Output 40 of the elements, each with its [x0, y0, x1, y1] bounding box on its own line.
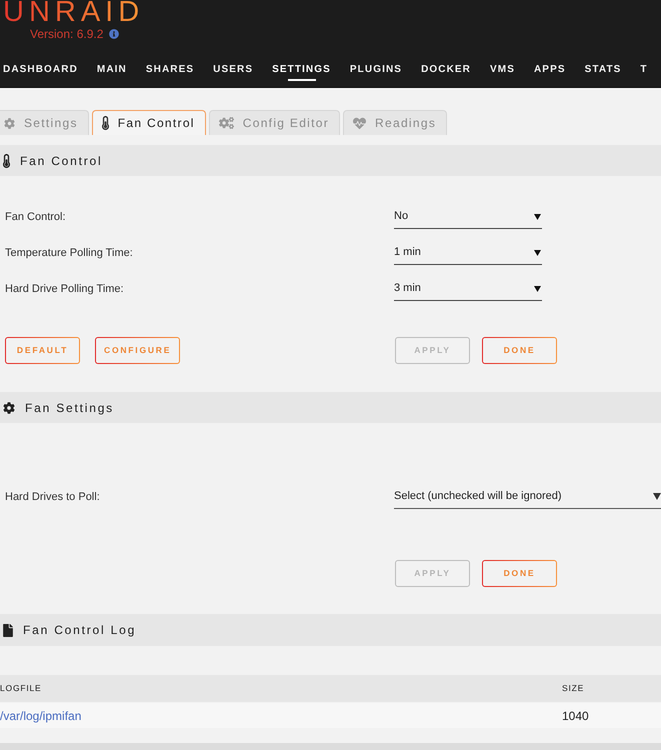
thermometer-icon [102, 116, 109, 130]
heart-pulse-icon [353, 116, 366, 130]
nav-link[interactable]: DOCKER [421, 64, 471, 81]
section-title: Fan Control [20, 152, 102, 170]
nav-link[interactable]: VMS [490, 64, 515, 81]
thermometer-icon [3, 154, 10, 168]
caret-icon [534, 214, 541, 220]
multiselect-dropdown[interactable]: Select (unchecked will be ignored) [394, 485, 661, 509]
caret-icon [653, 493, 661, 500]
gear-icon [4, 118, 15, 128]
select-dropdown[interactable]: 1 min [394, 241, 542, 265]
nav-link[interactable]: SHARES [146, 64, 194, 81]
gear-icon [3, 402, 15, 414]
field-label: Hard Drive Polling Time: [4, 282, 125, 297]
nav-link[interactable]: USERS [213, 64, 254, 81]
nav-link[interactable]: DASHBOARD [3, 64, 78, 81]
caret-icon [534, 250, 541, 256]
nav-link[interactable]: T [640, 64, 648, 81]
nav-link[interactable]: SETTINGS [272, 64, 331, 81]
file-icon [3, 624, 13, 636]
column-header: SIZE [562, 682, 586, 695]
field-label: Fan Control: [4, 210, 67, 225]
field-label: Hard Drives to Poll: [4, 490, 101, 505]
gears-icon [218, 117, 234, 129]
info-icon[interactable] [109, 29, 120, 39]
version-text: Version: 6.9.2 [30, 28, 104, 40]
select-dropdown[interactable]: 3 min [394, 277, 542, 301]
section-title: Fan Settings [25, 400, 114, 416]
nav-link[interactable]: MAIN [96, 64, 127, 81]
field-label: Temperature Polling Time: [4, 246, 134, 261]
nav-link[interactable]: APPS [534, 64, 566, 81]
nav-link[interactable]: STATS [584, 64, 622, 81]
section-title: Fan Control Log [23, 622, 136, 639]
tab[interactable]: Fan Control [92, 110, 206, 135]
nav-link[interactable]: PLUGINS [350, 64, 402, 81]
logfile-link[interactable]: /var/log/ipmifan [0, 706, 82, 724]
column-header: LOGFILE [0, 682, 43, 695]
caret-icon [534, 286, 541, 292]
table-cell-text: 1040 [562, 708, 590, 724]
select-dropdown[interactable]: No [394, 205, 542, 229]
